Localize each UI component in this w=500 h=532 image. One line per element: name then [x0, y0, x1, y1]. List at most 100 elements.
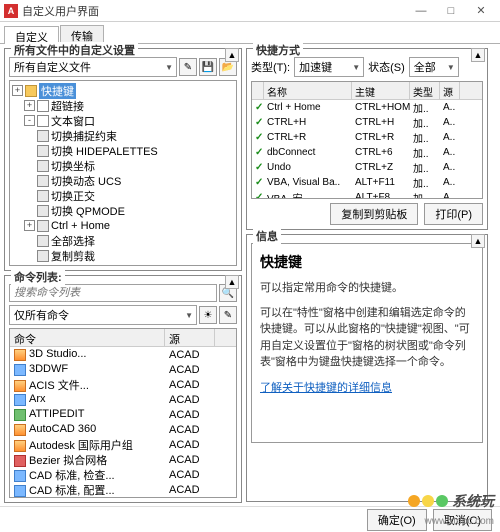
close-button[interactable]: ✕	[466, 1, 496, 21]
tree-node[interactable]: 切换正交	[12, 188, 234, 203]
tab-transfer[interactable]: 传输	[60, 25, 104, 43]
customization-tree[interactable]: +快捷键+超链接-文本窗口切换捕捉约束切换 HIDEPALETTES切换坐标切换…	[9, 80, 237, 266]
expand-icon[interactable]: +	[24, 100, 35, 111]
shortcut-row[interactable]: ✓VBA, 宏...ALT+F8加..A..	[252, 190, 482, 199]
sc-key: CTRL+HOME	[352, 102, 410, 113]
node-label: 切换动态 UCS	[51, 173, 121, 189]
search-input[interactable]	[9, 284, 217, 302]
command-row[interactable]: ATTIPEDITACAD	[10, 407, 236, 422]
command-filter-dropdown[interactable]: 仅所有命令 ▼	[9, 305, 197, 325]
shortcut-row[interactable]: ✓Ctrl + HomeCTRL+HOME加..A..	[252, 100, 482, 115]
tree-node[interactable]: +Ctrl + Home	[12, 218, 234, 233]
collapse-up-icon[interactable]: ▲	[225, 275, 239, 289]
expand-icon[interactable]	[24, 175, 35, 186]
command-table-header: 命令 源	[10, 329, 236, 347]
tree-node[interactable]: -文本窗口	[12, 113, 234, 128]
sc-name: CTRL+R	[264, 132, 352, 143]
shortcut-row[interactable]: ✓dbConnectCTRL+6加..A..	[252, 145, 482, 160]
sc-key: ALT+F11	[352, 177, 410, 188]
expand-icon[interactable]: +	[24, 220, 35, 231]
col-src[interactable]: 源	[440, 82, 460, 99]
command-table[interactable]: 命令 源 3D Studio...ACAD3DDWFACADACIS 文件...…	[9, 328, 237, 498]
expand-icon[interactable]	[24, 160, 35, 171]
cmd-tool2-button[interactable]: ✎	[219, 306, 237, 324]
tree-node[interactable]: + 新建...	[12, 263, 234, 266]
tree-node[interactable]: +超链接	[12, 98, 234, 113]
expand-icon[interactable]	[24, 250, 35, 261]
tree-node[interactable]: 复制剪裁	[12, 248, 234, 263]
ok-button[interactable]: 确定(O)	[367, 509, 427, 531]
command-row[interactable]: 3D Studio...ACAD	[10, 347, 236, 362]
col-type[interactable]: 类型	[410, 82, 440, 99]
expand-icon[interactable]: +	[24, 265, 35, 266]
expand-icon[interactable]: -	[24, 115, 35, 126]
tree-node[interactable]: 全部选择	[12, 233, 234, 248]
command-icon	[14, 424, 26, 436]
expand-icon[interactable]: +	[12, 85, 23, 96]
tree-node[interactable]: +快捷键	[12, 83, 234, 98]
col-command[interactable]: 命令	[10, 329, 165, 346]
sc-type: 加..	[410, 145, 440, 160]
node-label: 新建...	[51, 263, 82, 267]
command-row[interactable]: 3DDWFACAD	[10, 362, 236, 377]
info-title: 快捷键	[260, 252, 474, 272]
expand-icon[interactable]	[24, 205, 35, 216]
type-dropdown[interactable]: 加速键 ▼	[294, 57, 364, 77]
titlebar: A 自定义用户界面 — □ ✕	[0, 0, 500, 22]
command-source: ACAD	[165, 469, 215, 481]
command-row[interactable]: Bezier 拟合网格ACAD	[10, 452, 236, 467]
type-value: 加速键	[299, 59, 332, 75]
chevron-down-icon: ▼	[447, 63, 455, 72]
command-source: ACAD	[165, 439, 215, 451]
command-name: 3D Studio...	[29, 348, 86, 360]
command-row[interactable]: AutoCAD 360ACAD	[10, 422, 236, 437]
tree-node[interactable]: 切换坐标	[12, 158, 234, 173]
command-row[interactable]: Autodesk 国际用户组ACAD	[10, 437, 236, 452]
col-source[interactable]: 源	[165, 329, 215, 346]
check-icon: ✓	[252, 117, 264, 128]
shortcut-row[interactable]: ✓CTRL+HCTRL+H加..A..	[252, 115, 482, 130]
new-file-button[interactable]: ✎	[179, 58, 197, 76]
command-row[interactable]: CAD 标准, 检查...ACAD	[10, 467, 236, 482]
check-icon: ✓	[252, 147, 264, 158]
print-button[interactable]: 打印(P)	[424, 203, 483, 225]
expand-icon[interactable]	[24, 130, 35, 141]
command-row[interactable]: CAD 标准, 配置...ACAD	[10, 482, 236, 497]
maximize-button[interactable]: □	[436, 1, 466, 21]
command-source: ACAD	[165, 454, 215, 466]
files-dropdown[interactable]: 所有自定义文件 ▼	[9, 57, 177, 77]
command-row[interactable]: ACIS 文件...ACAD	[10, 377, 236, 392]
shortcut-row[interactable]: ✓VBA, Visual Ba..ALT+F11加..A..	[252, 175, 482, 190]
info-group: 信息 ▲ 快捷键 可以指定常用命令的快捷键。 可以在"特性"窗格中创建和编辑选定…	[246, 234, 488, 502]
col-name[interactable]: 名称	[264, 82, 352, 99]
sc-src: A..	[440, 192, 460, 199]
command-icon	[14, 349, 26, 361]
node-label: 切换 QPMODE	[51, 203, 125, 219]
save-file-button[interactable]: 💾	[199, 58, 217, 76]
tree-node[interactable]: 切换动态 UCS	[12, 173, 234, 188]
tree-node[interactable]: 切换 QPMODE	[12, 203, 234, 218]
expand-icon[interactable]	[24, 145, 35, 156]
info-link[interactable]: 了解关于快捷键的详细信息	[260, 379, 474, 395]
cmd-tool1-button[interactable]: ☀	[199, 306, 217, 324]
command-row[interactable]: ArxACAD	[10, 392, 236, 407]
tree-node[interactable]: 切换捕捉约束	[12, 128, 234, 143]
command-row[interactable]: CAD 标准, 图层转换器...ACAD	[10, 497, 236, 498]
app-icon: A	[4, 4, 18, 18]
collapse-up-icon[interactable]: ▲	[471, 48, 485, 62]
collapse-up-icon[interactable]: ▲	[225, 48, 239, 62]
state-dropdown[interactable]: 全部 ▼	[409, 57, 459, 77]
sc-key: CTRL+R	[352, 132, 410, 143]
shortcut-table[interactable]: 名称 主键 类型 源 ✓Ctrl + HomeCTRL+HOME加..A..✓C…	[251, 81, 483, 199]
col-key[interactable]: 主键	[352, 82, 410, 99]
shortcut-row[interactable]: ✓CTRL+RCTRL+R加..A..	[252, 130, 482, 145]
node-icon	[37, 190, 49, 202]
tree-node[interactable]: 切换 HIDEPALETTES	[12, 143, 234, 158]
expand-icon[interactable]	[24, 235, 35, 246]
expand-icon[interactable]	[24, 190, 35, 201]
copy-clipboard-button[interactable]: 复制到剪贴板	[330, 203, 418, 225]
minimize-button[interactable]: —	[406, 1, 436, 21]
node-icon	[37, 160, 49, 172]
shortcut-row[interactable]: ✓UndoCTRL+Z加..A..	[252, 160, 482, 175]
collapse-up-icon[interactable]: ▲	[471, 234, 485, 248]
